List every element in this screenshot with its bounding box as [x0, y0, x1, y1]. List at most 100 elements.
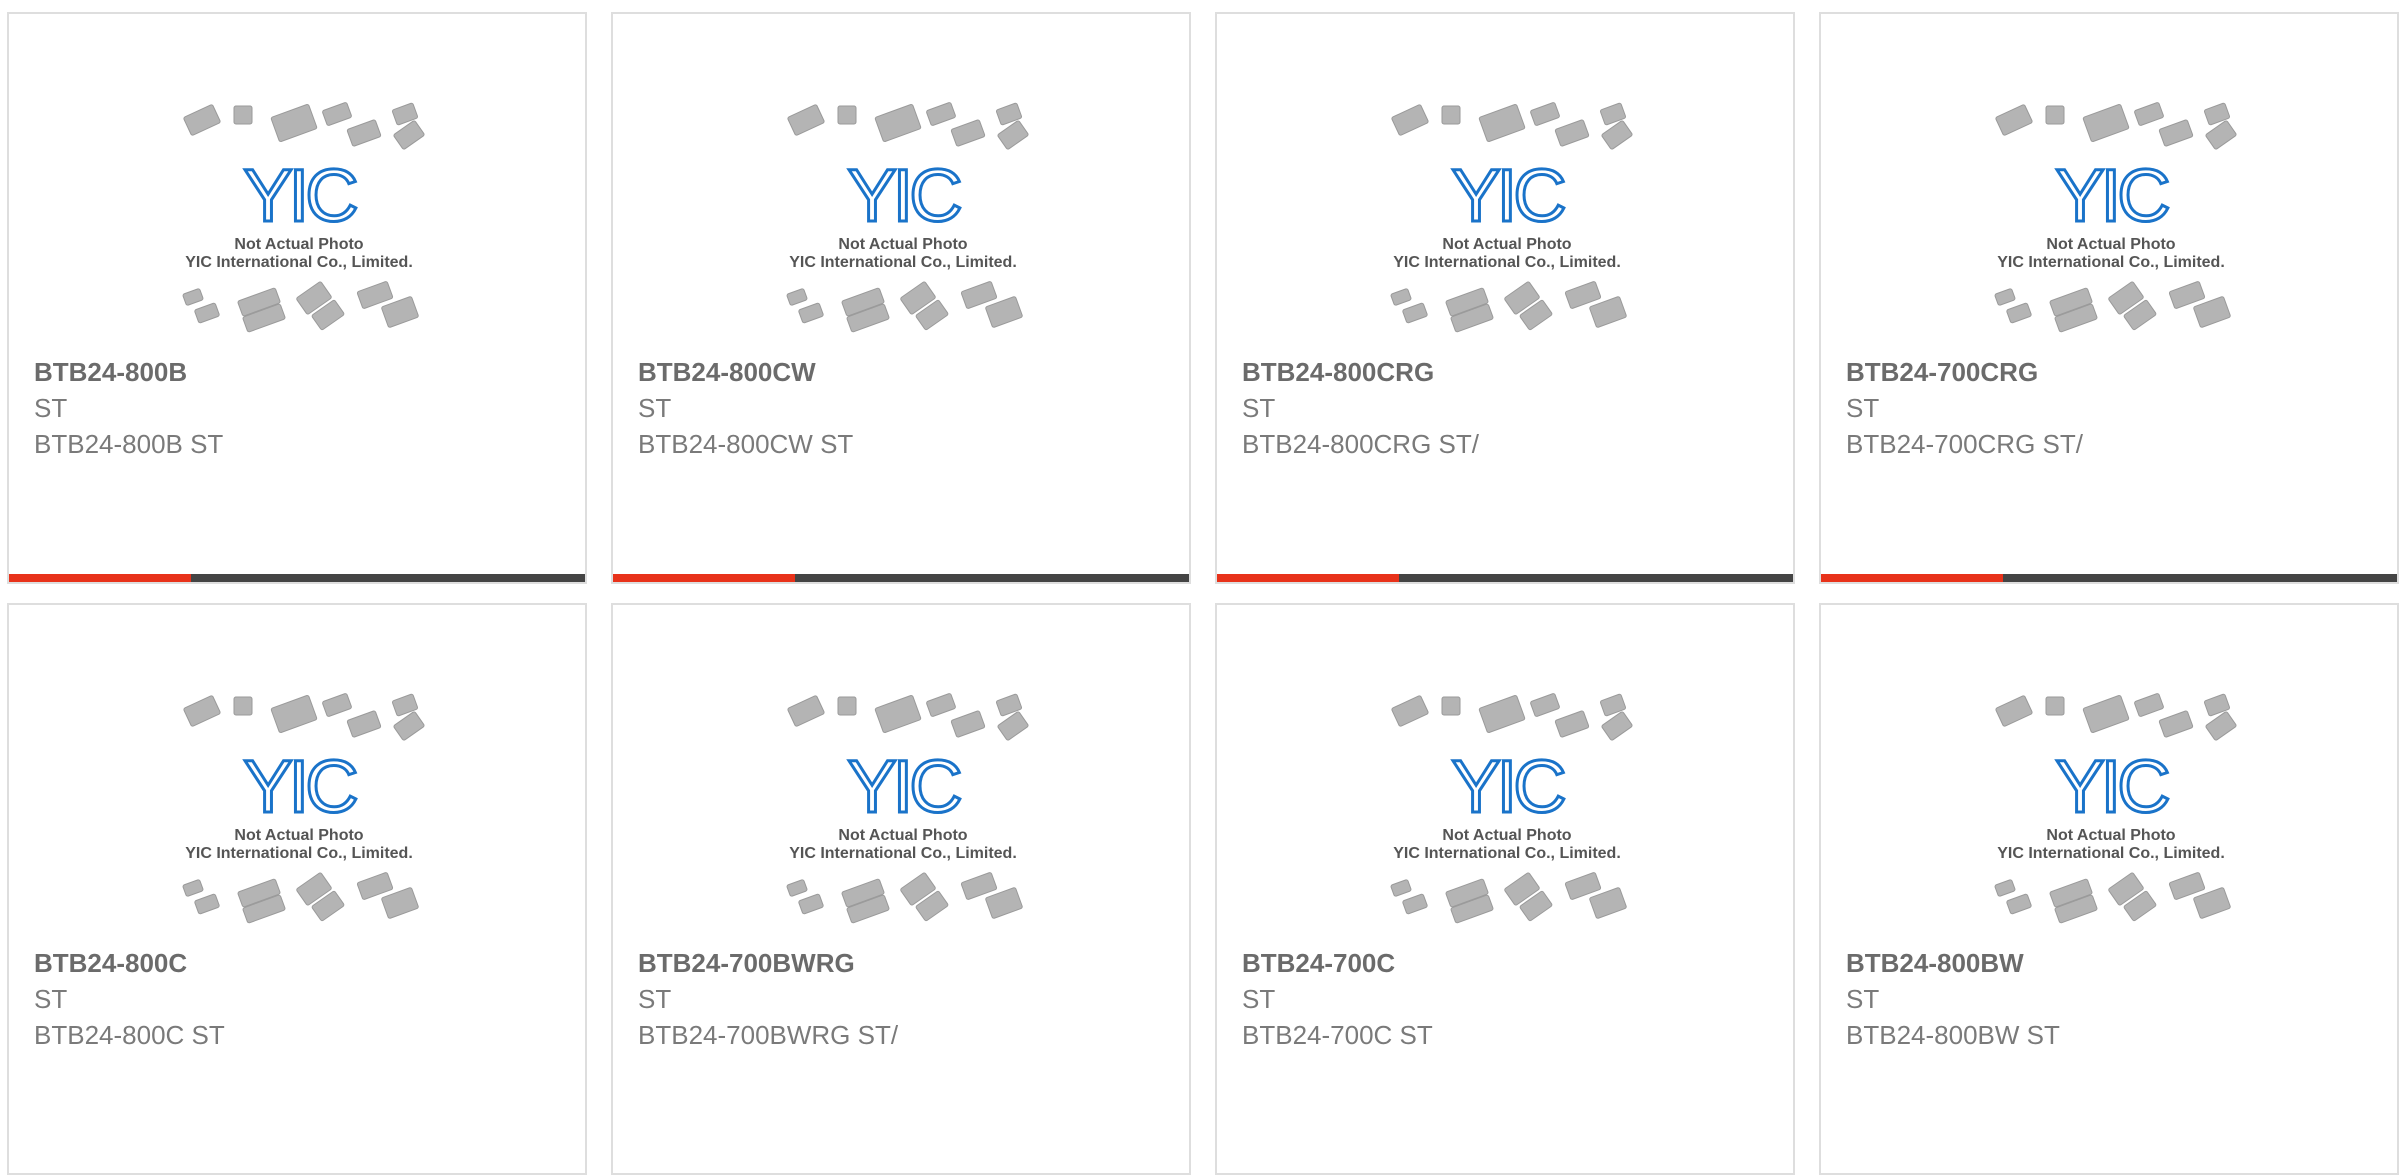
placeholder-graphic: YICNot Actual PhotoYIC International Co.…	[786, 102, 1029, 333]
chip-icon	[2134, 693, 2164, 717]
placeholder-caption: Not Actual Photo	[2046, 827, 2175, 844]
card-bottom-bar	[1821, 574, 2397, 582]
product-info: BTB24-800C ST BTB24-800C ST	[34, 945, 565, 1053]
card-bottom-bar	[613, 574, 1189, 582]
placeholder-graphic: YICNot Actual PhotoYIC International Co.…	[1994, 102, 2237, 333]
chip-icon	[985, 296, 1023, 328]
card-accent-bar	[1217, 574, 1399, 582]
part-number-link[interactable]: BTB24-800CRG	[1242, 354, 1773, 390]
chip-icon	[322, 693, 352, 717]
product-photo-placeholder[interactable]: YIC Not Actual Photo YIC International Co.…	[1976, 687, 2246, 927]
placeholder-caption: Not Actual Photo	[1442, 827, 1571, 844]
chip-icon	[183, 695, 221, 727]
chip-icon	[1441, 696, 1461, 716]
card-accent-bar	[1821, 574, 2003, 582]
product-photo-placeholder[interactable]: YIC Not Actual Photo YIC International Co.…	[164, 687, 434, 927]
yic-logo: YIC	[847, 745, 960, 828]
chip-icon	[787, 695, 825, 727]
card-accent-bar	[9, 574, 191, 582]
chip-icon	[786, 288, 808, 306]
product-description: BTB24-700C ST	[1242, 1020, 1433, 1050]
chip-icon	[1589, 296, 1627, 328]
part-number-link[interactable]: BTB24-800B	[34, 354, 565, 390]
chip-icon	[2082, 104, 2130, 142]
product-photo-placeholder[interactable]: YIC Not Actual Photo YIC International Co.…	[164, 96, 434, 336]
chip-icon	[2082, 695, 2130, 733]
product-card[interactable]: YIC Not Actual Photo YIC International Co.…	[7, 603, 587, 1175]
product-photo-placeholder[interactable]: YIC Not Actual Photo YIC International Co.…	[768, 96, 1038, 336]
chip-icon	[926, 693, 956, 717]
chip-icon	[270, 695, 318, 733]
chip-icon	[798, 302, 824, 324]
placeholder-graphic: YICNot Actual PhotoYIC International Co.…	[1994, 693, 2237, 924]
chip-icon	[322, 102, 352, 126]
chip-icon	[1554, 710, 1590, 738]
product-description: BTB24-800C ST	[34, 1020, 225, 1050]
chip-icon	[950, 119, 986, 147]
chip-icon	[1554, 119, 1590, 147]
chip-icon	[182, 288, 204, 306]
chip-icon	[233, 105, 253, 125]
chip-icon	[233, 696, 253, 716]
product-description: BTB24-800B ST	[34, 429, 224, 459]
chip-icon	[874, 695, 922, 733]
product-card[interactable]: YIC Not Actual Photo YIC International Co.…	[611, 603, 1191, 1175]
placeholder-graphic: YICNot Actual PhotoYIC International Co.…	[786, 693, 1029, 924]
product-grid: YIC Not Actual Photo YIC International Co.…	[0, 0, 2400, 1175]
part-number-link[interactable]: BTB24-700C	[1242, 945, 1773, 981]
product-photo-placeholder[interactable]: YIC Not Actual Photo YIC International Co.…	[1372, 96, 1642, 336]
chip-icon	[1478, 104, 1526, 142]
product-description: BTB24-700BWRG ST/	[638, 1020, 899, 1050]
chip-icon	[874, 104, 922, 142]
chip-icon	[270, 104, 318, 142]
product-photo-placeholder[interactable]: YIC Not Actual Photo YIC International Co.…	[1976, 96, 2246, 336]
placeholder-caption: Not Actual Photo	[2046, 236, 2175, 253]
product-card[interactable]: YIC Not Actual Photo YIC International Co.…	[1215, 603, 1795, 1175]
part-number-link[interactable]: BTB24-800CW	[638, 354, 1169, 390]
product-description: BTB24-700CRG ST/	[1846, 429, 2083, 459]
chip-icon	[1530, 102, 1560, 126]
product-photo-placeholder[interactable]: YIC Not Actual Photo YIC International Co.…	[1372, 687, 1642, 927]
manufacturer-label: ST	[1846, 393, 1880, 423]
yic-logo: YIC	[1451, 745, 1564, 828]
part-number-link[interactable]: BTB24-800BW	[1846, 945, 2377, 981]
placeholder-graphic: YICNot Actual PhotoYIC International Co.…	[1390, 102, 1633, 333]
chip-icon	[2158, 710, 2194, 738]
product-photo-placeholder[interactable]: YIC Not Actual Photo YIC International Co.…	[768, 687, 1038, 927]
placeholder-company: YIC International Co., Limited.	[1393, 845, 1621, 862]
product-info: BTB24-800B ST BTB24-800B ST	[34, 354, 565, 462]
placeholder-caption: Not Actual Photo	[1442, 236, 1571, 253]
chip-icon	[1391, 695, 1429, 727]
card-accent-bar	[613, 574, 795, 582]
product-card[interactable]: YIC Not Actual Photo YIC International Co.…	[7, 12, 587, 584]
chip-icon	[1995, 104, 2033, 136]
product-card[interactable]: YIC Not Actual Photo YIC International Co.…	[1215, 12, 1795, 584]
product-card[interactable]: YIC Not Actual Photo YIC International Co.…	[1819, 603, 2399, 1175]
chip-icon	[786, 879, 808, 897]
part-number-link[interactable]: BTB24-700CRG	[1846, 354, 2377, 390]
chip-icon	[2006, 893, 2032, 915]
chip-icon	[2134, 102, 2164, 126]
product-info: BTB24-700CRG ST BTB24-700CRG ST/	[1846, 354, 2377, 462]
chip-icon	[346, 119, 382, 147]
product-card[interactable]: YIC Not Actual Photo YIC International Co.…	[611, 12, 1191, 584]
chip-icon	[1478, 695, 1526, 733]
placeholder-graphic: YICNot Actual PhotoYIC International Co.…	[182, 693, 425, 924]
chip-icon	[381, 887, 419, 919]
part-number-link[interactable]: BTB24-700BWRG	[638, 945, 1169, 981]
product-description: BTB24-800CRG ST/	[1242, 429, 1479, 459]
chip-icon	[2045, 105, 2065, 125]
chip-icon	[1402, 893, 1428, 915]
chip-icon	[1441, 105, 1461, 125]
product-card[interactable]: YIC Not Actual Photo YIC International Co.…	[1819, 12, 2399, 584]
chip-icon	[787, 104, 825, 136]
placeholder-company: YIC International Co., Limited.	[789, 254, 1017, 271]
chip-icon	[950, 710, 986, 738]
chip-icon	[1995, 695, 2033, 727]
placeholder-graphic: YICNot Actual PhotoYIC International Co.…	[182, 102, 425, 333]
placeholder-company: YIC International Co., Limited.	[1997, 845, 2225, 862]
placeholder-company: YIC International Co., Limited.	[789, 845, 1017, 862]
part-number-link[interactable]: BTB24-800C	[34, 945, 565, 981]
product-info: BTB24-700C ST BTB24-700C ST	[1242, 945, 1773, 1053]
chip-icon	[1530, 693, 1560, 717]
